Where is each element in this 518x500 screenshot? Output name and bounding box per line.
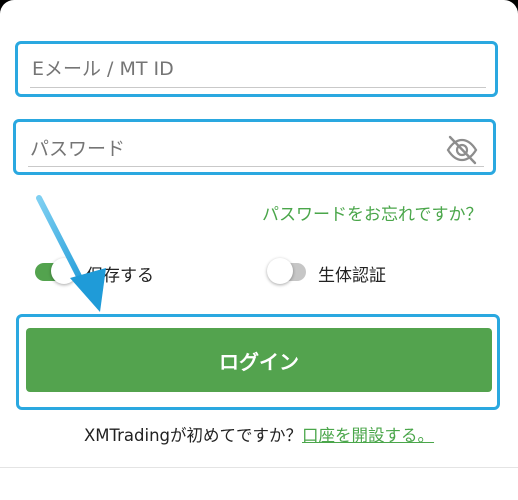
login-button[interactable]: ログイン [26, 328, 492, 392]
password-input[interactable] [30, 136, 430, 162]
signup-link[interactable]: 口座を開設する。 [302, 426, 434, 445]
biometric-toggle[interactable] [267, 258, 310, 286]
email-underline [30, 87, 486, 88]
password-underline [28, 166, 484, 167]
forgot-password-link[interactable]: パスワードをお忘れですか？ [262, 200, 483, 225]
bottom-divider [0, 467, 518, 468]
signup-prompt-text: XMTradingが初めてですか？ [83, 426, 303, 445]
biometric-label: 生体認証 [318, 266, 386, 286]
eye-off-icon[interactable] [445, 133, 479, 167]
email-input[interactable] [32, 56, 482, 82]
signup-prompt: XMTradingが初めてですか？口座を開設する。 [0, 422, 518, 446]
arrow-icon [36, 195, 106, 312]
biometric-toggle-knob [267, 258, 293, 284]
login-sheet: パスワードをお忘れですか？ 保存する 生体認証 ログイン XMTradingが初… [0, 0, 518, 500]
